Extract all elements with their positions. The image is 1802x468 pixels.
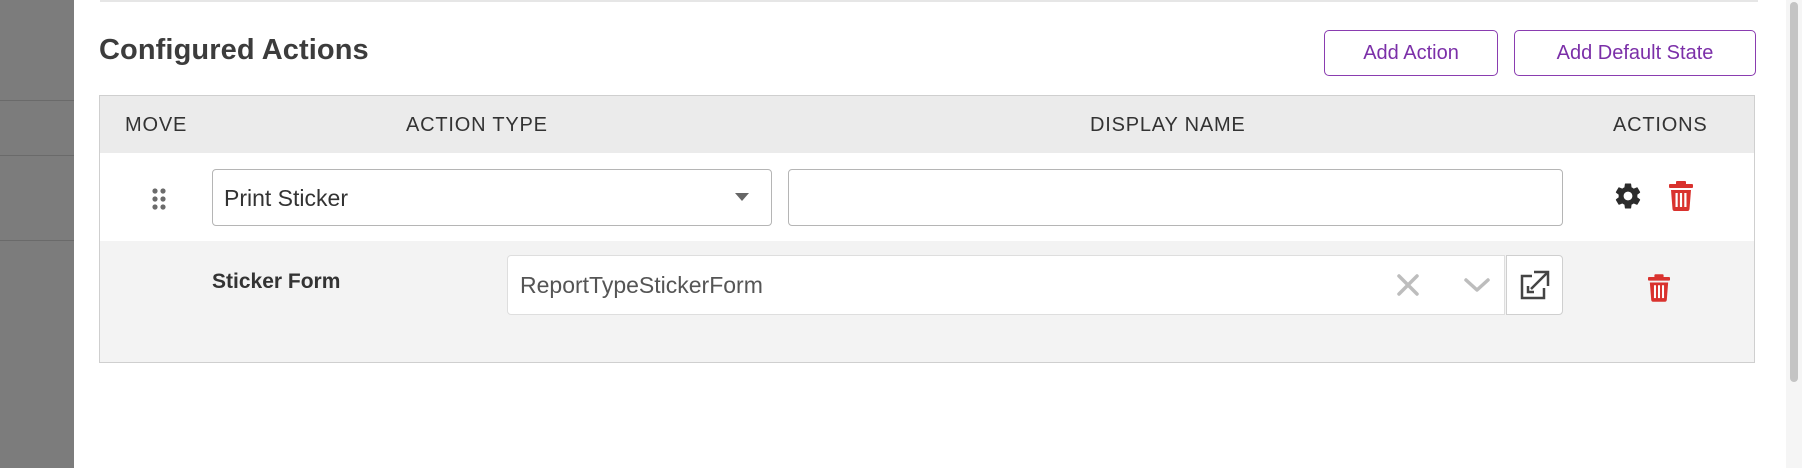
trash-icon[interactable] — [1669, 181, 1693, 211]
backdrop-divider — [0, 155, 74, 156]
sticker-form-select[interactable]: ReportTypeStickerForm — [507, 255, 1505, 315]
modal-panel: Configured Actions Add Action Add Defaul… — [74, 0, 1786, 468]
modal-backdrop — [0, 0, 74, 468]
scrollbar-thumb[interactable] — [1790, 2, 1798, 382]
gear-icon[interactable] — [1613, 181, 1643, 211]
chevron-down-icon[interactable] — [1463, 276, 1491, 294]
column-header-action-type: ACTION TYPE — [406, 114, 548, 136]
open-external-icon — [1520, 270, 1550, 300]
actions-table: MOVE ACTION TYPE DISPLAY NAME ACTIONS Pr… — [99, 95, 1755, 363]
display-name-input[interactable] — [788, 169, 1563, 226]
add-action-button[interactable]: Add Action — [1324, 30, 1498, 76]
backdrop-divider — [0, 240, 74, 241]
add-default-state-button[interactable]: Add Default State — [1514, 30, 1756, 76]
sticker-form-value: ReportTypeStickerForm — [520, 272, 763, 298]
sub-settings-row: Sticker Form ReportTypeStickerForm — [100, 241, 1754, 362]
trash-icon[interactable] — [1648, 274, 1670, 302]
column-header-actions: ACTIONS — [1613, 114, 1708, 136]
vertical-scrollbar[interactable] — [1786, 0, 1802, 468]
open-form-button[interactable] — [1506, 255, 1563, 315]
backdrop-divider — [0, 100, 74, 101]
table-header: MOVE ACTION TYPE DISPLAY NAME ACTIONS — [100, 96, 1754, 154]
column-header-move: MOVE — [125, 114, 188, 136]
action-type-value: Print Sticker — [224, 185, 348, 211]
clear-x-icon[interactable] — [1395, 272, 1421, 298]
section-divider — [100, 0, 1758, 2]
drag-handle-icon[interactable] — [152, 188, 166, 210]
table-row: Print Sticker — [100, 153, 1754, 241]
section-title: Configured Actions — [99, 34, 369, 66]
action-type-select[interactable]: Print Sticker — [212, 169, 772, 226]
sticker-form-label: Sticker Form — [212, 270, 341, 293]
column-header-display-name: DISPLAY NAME — [1090, 114, 1246, 136]
caret-down-icon — [735, 193, 749, 201]
